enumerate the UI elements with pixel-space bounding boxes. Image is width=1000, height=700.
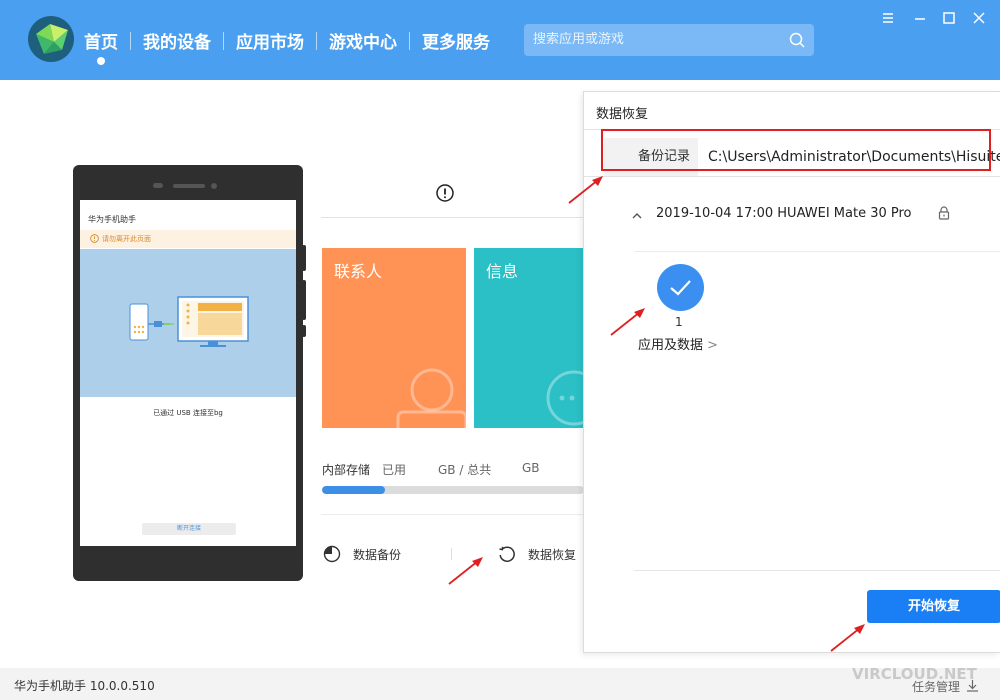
annotation-arrow-icon	[448, 557, 483, 585]
tile-contacts[interactable]: 联系人	[322, 248, 466, 428]
chevron-right-icon: >	[707, 338, 718, 353]
data-backup-button[interactable]: 数据备份	[323, 545, 401, 563]
app-data-count: 1	[675, 315, 683, 329]
search-icon[interactable]	[789, 32, 805, 48]
nav-home[interactable]: 首页	[84, 28, 118, 65]
status-bar: 华为手机助手 10.0.0.510	[0, 668, 1000, 700]
nav-divider	[223, 31, 224, 50]
annotation-arrow-icon	[568, 176, 603, 204]
nav-divider	[316, 31, 317, 50]
minimize-icon[interactable]	[912, 10, 928, 26]
app-header: 首页 我的设备 应用市场 游戏中心 更多服务	[0, 0, 1000, 80]
disconnect-button[interactable]: 断开连接	[142, 523, 236, 535]
search-box	[524, 24, 814, 56]
download-icon[interactable]	[966, 679, 979, 692]
divider	[634, 251, 1000, 252]
storage-used-label: 已用	[382, 463, 407, 477]
huawei-hisuite-logo	[28, 16, 74, 62]
phone-warning-text: 请勿离开此页面	[102, 235, 151, 243]
contact-icon	[396, 368, 466, 428]
data-backup-label: 数据备份	[353, 547, 402, 562]
nav-active-dot	[97, 57, 105, 65]
tile-messages-label: 信息	[486, 262, 519, 281]
lock-icon	[938, 206, 950, 220]
close-icon[interactable]	[971, 10, 987, 26]
search-input[interactable]	[533, 32, 778, 47]
phone-app-title: 华为手机助手	[88, 215, 136, 224]
phone-speaker	[173, 184, 205, 188]
phone-side-button	[302, 245, 306, 271]
backup-entry-title[interactable]: 2019-10-04 17:00 HUAWEI Mate 30 Pro	[656, 206, 912, 221]
menu-icon[interactable]	[880, 10, 896, 26]
phone-warning-bar: 请勿离开此页面	[80, 230, 296, 248]
nav-divider	[409, 31, 410, 50]
phone-side-button	[302, 280, 306, 320]
phone-preview: 华为手机助手 请勿离开此页面 已通过 USB 连接至bg 断开连接	[73, 165, 306, 581]
annotation-arrow-icon	[610, 308, 645, 336]
annotation-highlight-box	[601, 129, 991, 171]
nav-divider	[130, 31, 131, 50]
nav-my-device[interactable]: 我的设备	[143, 28, 211, 53]
app-version: 华为手机助手 10.0.0.510	[14, 679, 155, 693]
storage-gb-unit: GB	[522, 461, 540, 475]
message-icon	[546, 370, 584, 426]
divider	[321, 514, 583, 515]
tile-messages[interactable]: 信息	[474, 248, 584, 428]
maximize-icon[interactable]	[941, 10, 957, 26]
phone-camera	[211, 183, 217, 189]
storage-total-label: GB / 总共	[438, 463, 492, 477]
app-data-label: 应用及数据	[638, 338, 704, 353]
app-data-checkbox[interactable]	[657, 264, 704, 311]
annotation-arrow-icon	[830, 624, 865, 652]
usb-status-text: 已通过 USB 连接至bg	[153, 409, 223, 417]
storage-progress-bar	[322, 486, 584, 494]
nav-game-center[interactable]: 游戏中心	[329, 28, 397, 53]
usb-connection-illustration	[80, 249, 296, 397]
phone-sensor	[153, 183, 163, 188]
alert-icon[interactable]	[436, 184, 454, 202]
storage-label: 内部存储	[322, 463, 371, 477]
chevron-up-icon[interactable]	[631, 210, 643, 222]
tile-contacts-label: 联系人	[334, 262, 383, 281]
app-data-link[interactable]: 应用及数据 >	[638, 334, 718, 353]
divider	[321, 217, 583, 218]
backup-icon	[323, 545, 341, 563]
storage-progress-fill	[322, 486, 385, 494]
nav-app-market[interactable]: 应用市场	[236, 28, 304, 53]
phone-screen: 华为手机助手 请勿离开此页面 已通过 USB 连接至bg 断开连接	[80, 200, 296, 546]
divider	[634, 570, 1000, 571]
nav-more-services[interactable]: 更多服务	[422, 28, 490, 53]
phone-side-button	[302, 325, 306, 337]
restore-icon	[499, 546, 515, 562]
check-icon	[670, 280, 691, 296]
data-restore-panel: 数据恢复 备份记录 C:\Users\Administrator\Documen…	[583, 91, 1000, 653]
task-manager-label[interactable]: 任务管理	[912, 678, 960, 695]
divider	[584, 176, 1000, 177]
data-restore-button[interactable]: 数据恢复	[498, 545, 576, 563]
panel-title: 数据恢复	[596, 107, 649, 122]
warning-icon	[90, 234, 99, 243]
start-restore-button[interactable]: 开始恢复	[867, 590, 1000, 623]
data-restore-label: 数据恢复	[528, 547, 577, 562]
main-nav: 首页 我的设备 应用市场 游戏中心 更多服务	[84, 28, 490, 65]
